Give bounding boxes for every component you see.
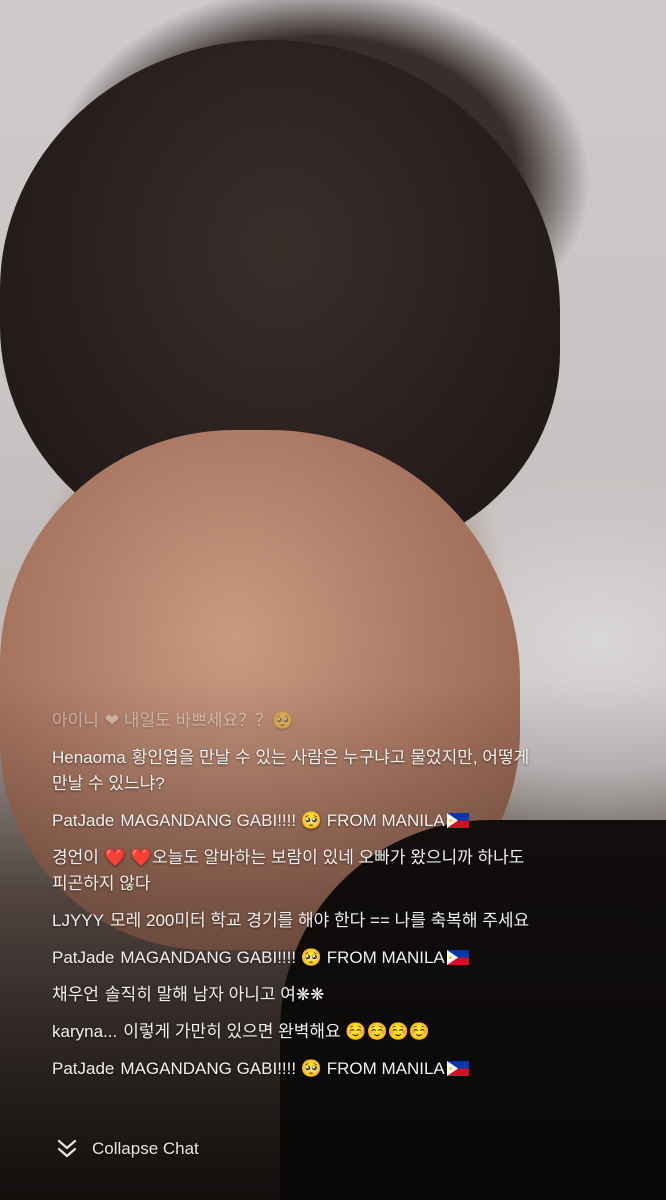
chat-username: 경언이: [52, 848, 99, 867]
chat-username: karyna...: [52, 1022, 118, 1041]
chat-overlay: 아이니 ❤ 내일도 바쁘세요？？🥺 Henaoma 황인엽을 만날 수 있는 사람은…: [52, 708, 552, 1093]
chat-username: PatJade: [52, 948, 115, 967]
chat-username: PatJade: [52, 811, 115, 830]
ph-flag-icon: [446, 813, 469, 828]
chat-text: 솔직히 말해 남자 아니고 여❋❋: [104, 985, 325, 1004]
double-chevron-down-icon: [56, 1138, 78, 1160]
chat-text: MAGANDANG GABI!!!! 🥺 FROM MANILA: [120, 948, 445, 967]
chat-text: MAGANDANG GABI!!!! 🥺 FROM MANILA: [120, 1059, 445, 1078]
chat-message: 채우언 솔직히 말해 남자 아니고 여❋❋: [52, 982, 552, 1008]
chat-message: karyna... 이렇게 가만히 있으면 완벽해요 ☺️☺️☺️☺️: [52, 1019, 552, 1045]
chat-message: Henaoma 황인엽을 만날 수 있는 사람은 누구냐고 물었지만, 어떻게 만…: [52, 745, 552, 797]
chat-username: 아이니: [52, 711, 99, 730]
chat-username: 채우언: [52, 985, 99, 1004]
chat-message: LJYYY 모레 200미터 학교 경기를 해야 한다 == 나를 축복해 주세요: [52, 908, 552, 934]
chat-message: 경언이 ❤️ ❤️오늘도 알바하는 보람이 있네 오빠가 왔으니까 하나도 피곤하…: [52, 845, 552, 897]
chat-text: ❤️ ❤️오늘도 알바하는 보람이 있네 오빠가 왔으니까 하나도 피곤하지 않…: [52, 848, 525, 893]
chat-username: Henaoma: [52, 748, 126, 767]
chat-message: PatJade MAGANDANG GABI!!!! 🥺 FROM MANILA: [52, 945, 552, 971]
live-stream-view: 아이니 ❤ 내일도 바쁘세요？？🥺 Henaoma 황인엽을 만날 수 있는 사람은…: [0, 0, 666, 1200]
chat-username: PatJade: [52, 1059, 115, 1078]
chat-text: 모레 200미터 학교 경기를 해야 한다 == 나를 축복해 주세요: [109, 911, 530, 930]
chat-message: PatJade MAGANDANG GABI!!!! 🥺 FROM MANILA: [52, 1056, 552, 1082]
collapse-chat-button[interactable]: Collapse Chat: [56, 1138, 199, 1160]
chat-text: 이렇게 가만히 있으면 완벽해요 ☺️☺️☺️☺️: [123, 1022, 431, 1041]
chat-text: ❤ 내일도 바쁘세요？？🥺: [104, 711, 294, 730]
ph-flag-icon: [446, 1061, 469, 1076]
chat-username: LJYYY: [52, 911, 104, 930]
ph-flag-icon: [446, 950, 469, 965]
chat-text: MAGANDANG GABI!!!! 🥺 FROM MANILA: [120, 811, 445, 830]
chat-message: 아이니 ❤ 내일도 바쁘세요？？🥺: [52, 708, 552, 734]
chat-message: PatJade MAGANDANG GABI!!!! 🥺 FROM MANILA: [52, 808, 552, 834]
collapse-chat-label: Collapse Chat: [92, 1139, 199, 1158]
